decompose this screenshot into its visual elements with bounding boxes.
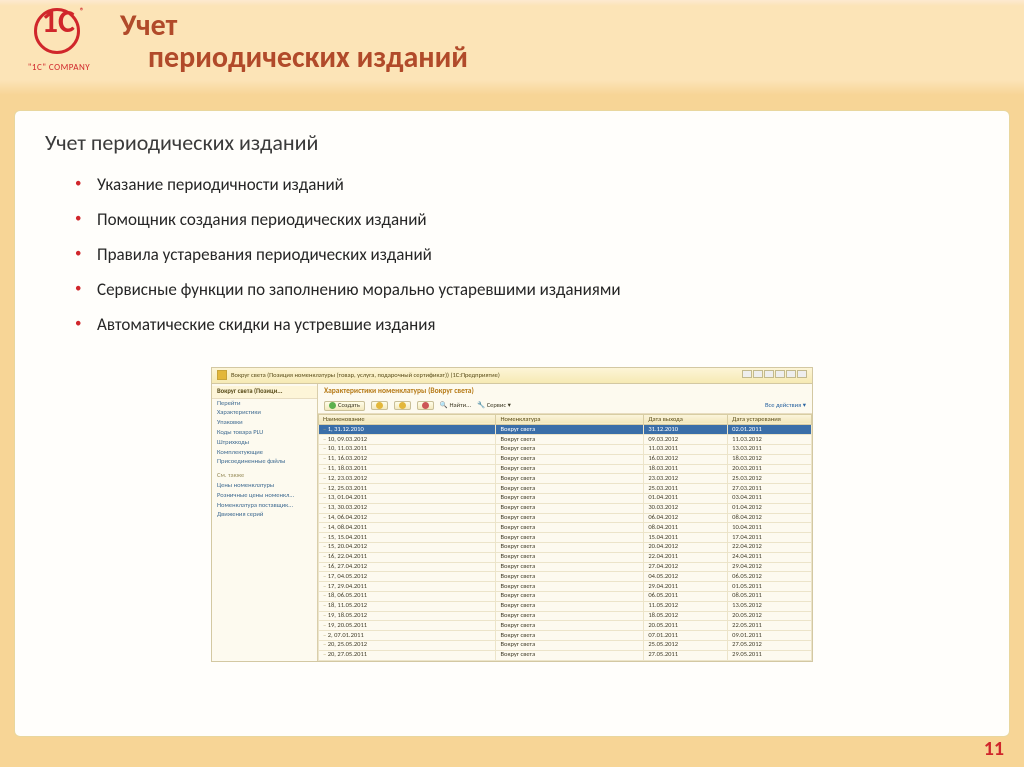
content-card: Учет периодических изданий Указание пери… — [14, 110, 1010, 737]
sidebar-item[interactable]: Перейти — [212, 399, 317, 409]
sidebar-item[interactable]: Розничные цены номенкл... — [212, 491, 317, 501]
sidebar-item[interactable]: Штрихкоды — [212, 438, 317, 448]
column-header[interactable]: Дата выхода — [644, 414, 728, 425]
sidebar-item[interactable]: Коды товара PLU — [212, 428, 317, 438]
sidebar-item[interactable]: Цены номенклатуры — [212, 481, 317, 491]
sidebar-item[interactable]: Характеристики — [212, 408, 317, 418]
all-actions-link[interactable]: Все действия ▾ — [765, 402, 806, 410]
table-row[interactable]: 18, 06.05.2011Вокруг света06.05.201108.0… — [319, 591, 812, 601]
table-row[interactable]: 2, 07.01.2011Вокруг света07.01.201109.01… — [319, 631, 812, 641]
table-row[interactable]: 18, 11.05.2012Вокруг света11.05.201213.0… — [319, 601, 812, 611]
bullet-item: Указание периодичности изданий — [75, 174, 979, 209]
sidebar-item[interactable]: Комплектующие — [212, 448, 317, 458]
sidebar-item[interactable]: Движения серий — [212, 510, 317, 520]
service-button[interactable]: 🔧 Сервис ▾ — [477, 402, 511, 410]
sidebar-item[interactable]: Присоединенные файлы — [212, 457, 317, 467]
edit-button[interactable] — [394, 401, 411, 410]
bullet-item: Сервисные функции по заполнению морально… — [75, 279, 979, 314]
table-row[interactable]: 12, 23.03.2012Вокруг света23.03.201225.0… — [319, 474, 812, 484]
table-row[interactable]: 17, 04.05.2012Вокруг света04.05.201206.0… — [319, 572, 812, 582]
bullet-list: Указание периодичности изданийПомощник с… — [75, 174, 979, 349]
table-row[interactable]: 14, 08.04.2011Вокруг света08.04.201110.0… — [319, 523, 812, 533]
table-row[interactable]: 20, 25.05.2012Вокруг света25.05.201227.0… — [319, 640, 812, 650]
create-button[interactable]: Создать — [324, 401, 365, 411]
copy-button[interactable] — [371, 401, 388, 410]
slide: 1C® "1C" COMPANY Учет периодических изда… — [0, 0, 1024, 767]
sidebar-see-also: См. также — [212, 471, 317, 481]
side-panel: Вокруг света (Позици... ПерейтиХарактери… — [212, 384, 318, 661]
title-line2: периодических изданий — [120, 42, 468, 74]
table-row[interactable]: 16, 27.04.2012Вокруг света27.04.201229.0… — [319, 562, 812, 572]
section-heading: Учет периодических изданий — [45, 129, 979, 156]
table-row[interactable]: 17, 29.04.2011Вокруг света29.04.201101.0… — [319, 582, 812, 592]
table-row[interactable]: 12, 25.03.2011Вокруг света25.03.201127.0… — [319, 484, 812, 494]
sidebar-item[interactable]: Номенклатура поставщик... — [212, 501, 317, 511]
logo-tagline: "1C" COMPANY — [14, 62, 104, 73]
table-row[interactable]: 10, 09.03.2012Вокруг света09.03.201211.0… — [319, 435, 812, 445]
bullet-item: Автоматические скидки на устревшие издан… — [75, 314, 979, 349]
table-row[interactable]: 13, 01.04.2011Вокруг света01.04.201103.0… — [319, 493, 812, 503]
app-icon — [217, 370, 227, 380]
table-row[interactable]: 20, 27.05.2011Вокруг света27.05.201129.0… — [319, 650, 812, 660]
embedded-screenshot: Вокруг света (Позиция номенклатуры (това… — [211, 367, 813, 662]
logo: 1C® "1C" COMPANY — [14, 8, 104, 73]
table-row[interactable]: 19, 18.05.2012Вокруг света18.05.201220.0… — [319, 611, 812, 621]
page-number: 11 — [984, 737, 1004, 761]
column-header[interactable]: Дата устаревания — [728, 414, 812, 425]
table-row[interactable]: 14, 06.04.2012Вокруг света06.04.201208.0… — [319, 513, 812, 523]
slide-title: Учет периодических изданий — [120, 10, 468, 73]
table-row[interactable]: 19, 20.05.2011Вокруг света20.05.201122.0… — [319, 621, 812, 631]
window-buttons — [741, 370, 807, 381]
bullet-item: Помощник создания периодических изданий — [75, 209, 979, 244]
table-row[interactable]: 1, 31.12.2010Вокруг света31.12.201002.01… — [319, 425, 812, 435]
table-row[interactable]: 16, 22.04.2011Вокруг света22.04.201124.0… — [319, 552, 812, 562]
bullet-item: Правила устаревания периодических издани… — [75, 244, 979, 279]
table-row[interactable]: 11, 16.03.2012Вокруг света16.03.201218.0… — [319, 454, 812, 464]
delete-button[interactable] — [417, 401, 434, 410]
sidebar-header: Вокруг света (Позици... — [212, 386, 317, 399]
sidebar-item[interactable]: Упаковки — [212, 418, 317, 428]
column-header[interactable]: Номенклатура — [496, 414, 644, 425]
column-header[interactable]: Наименование — [319, 414, 496, 425]
toolbar: Создать 🔍 Найти... 🔧 Сервис ▾ Все действ… — [318, 399, 812, 414]
table-row[interactable]: 15, 15.04.2011Вокруг света15.04.201117.0… — [319, 533, 812, 543]
panel-title: Характеристики номенклатуры (Вокруг свет… — [318, 384, 812, 399]
window-title-text: Вокруг света (Позиция номенклатуры (това… — [231, 372, 737, 380]
window-titlebar: Вокруг света (Позиция номенклатуры (това… — [212, 368, 812, 384]
table-row[interactable]: 11, 18.03.2011Вокруг света18.03.201120.0… — [319, 464, 812, 474]
main-panel: Характеристики номенклатуры (Вокруг свет… — [318, 384, 812, 661]
find-button[interactable]: 🔍 Найти... — [440, 402, 471, 410]
table-row[interactable]: 15, 20.04.2012Вокруг света20.04.201222.0… — [319, 542, 812, 552]
table-row[interactable]: 13, 30.03.2012Вокруг света30.03.201201.0… — [319, 503, 812, 513]
data-grid[interactable]: НаименованиеНоменклатураДата выходаДата … — [318, 414, 812, 661]
table-row[interactable]: 10, 11.03.2011Вокруг света11.03.201113.0… — [319, 444, 812, 454]
